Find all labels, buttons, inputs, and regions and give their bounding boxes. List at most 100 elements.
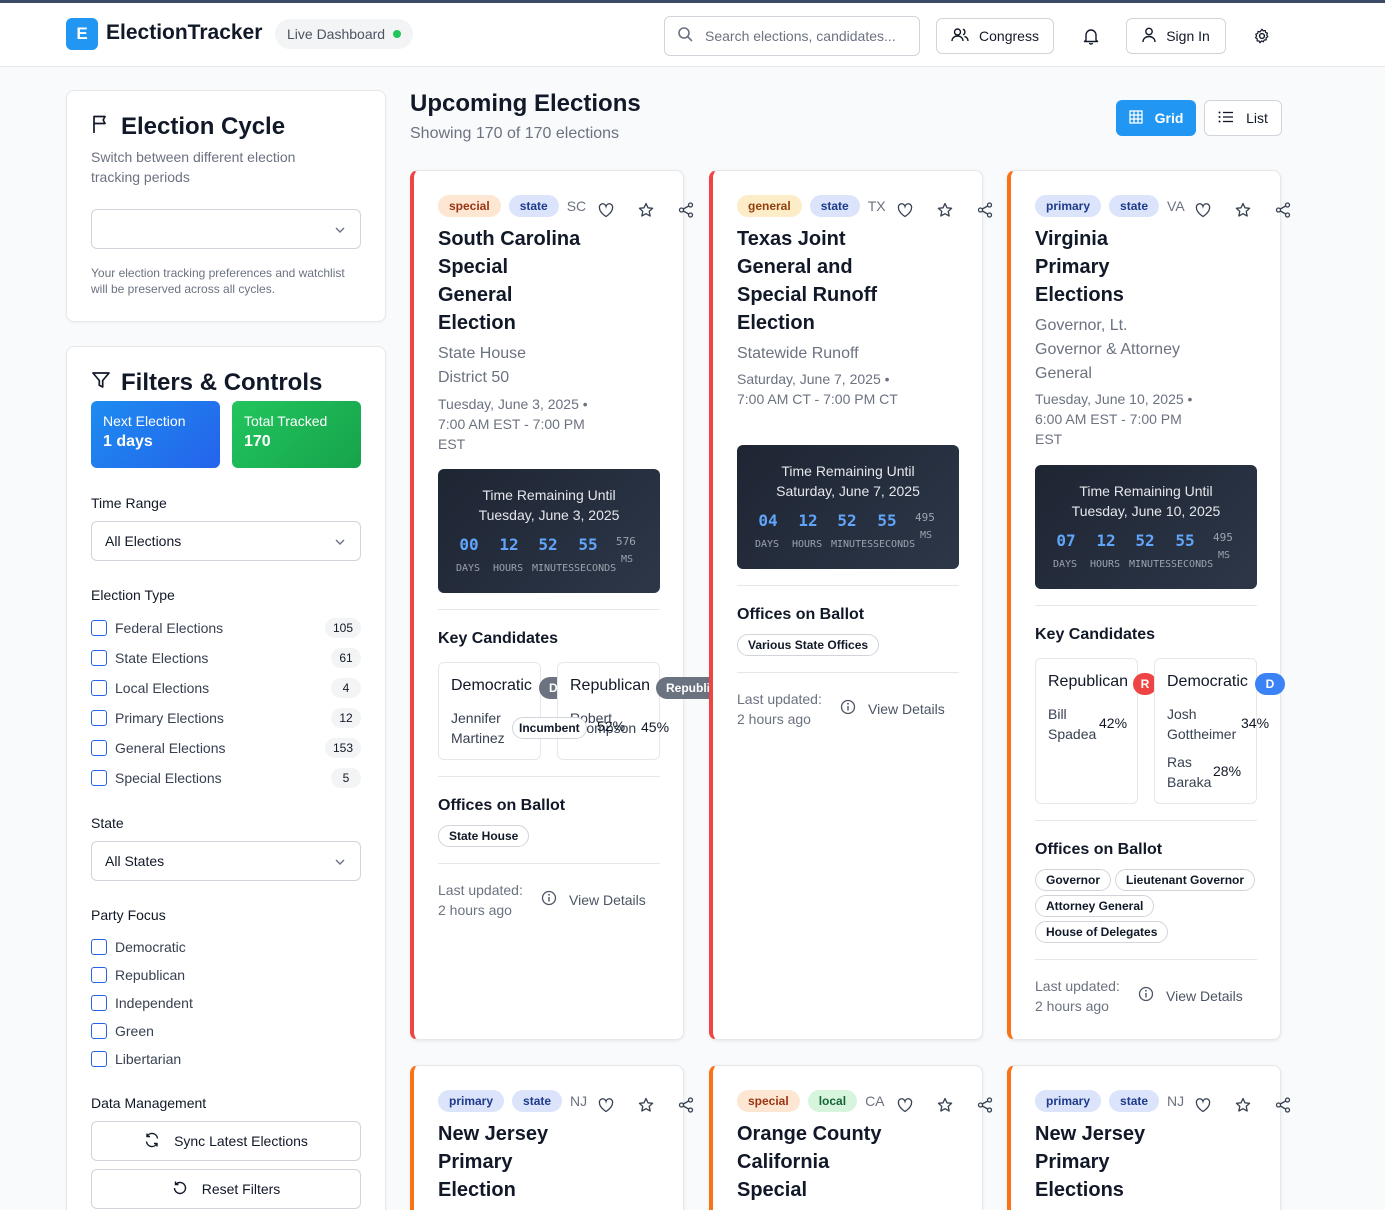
party-libertarian[interactable]: Libertarian [91,1048,361,1070]
party-independent[interactable]: Independent [91,992,361,1014]
party-green[interactable]: Green [91,1020,361,1042]
election-title[interactable]: Texas Joint General and Special Runoff E… [737,225,907,337]
logo-icon[interactable]: E [66,18,98,50]
election-level-badge: local [807,1090,858,1112]
results-count: Showing 170 of 170 elections [410,125,620,142]
election-type-label-text: Local Elections [115,680,210,696]
candidate-card[interactable]: Republican Republi Robert Thompson 45% [557,662,720,760]
star-icon[interactable] [637,201,655,219]
sign-in-button[interactable]: Sign In [1126,18,1226,54]
sync-latest-elections-button[interactable]: Sync Latest Elections [91,1121,361,1161]
list-view-button[interactable]: List [1204,100,1282,136]
checkbox[interactable] [91,740,107,756]
brand-name[interactable]: ElectionTracker [106,21,262,45]
election-type-general[interactable]: General Elections 153 [91,737,361,759]
view-details-button[interactable]: View Details [541,890,646,909]
heart-icon[interactable] [1194,201,1212,219]
checkbox[interactable] [91,1023,107,1039]
share-icon[interactable] [677,201,695,219]
star-icon[interactable] [1234,201,1252,219]
checkbox[interactable] [91,710,107,726]
search-input[interactable] [705,28,910,44]
election-type-local[interactable]: Local Elections 4 [91,677,361,699]
election-type-state[interactable]: State Elections 61 [91,647,361,669]
election-cycle-panel: Election Cycle Switch between different … [66,90,386,322]
election-cycle-select[interactable] [91,209,361,249]
checkbox[interactable] [91,770,107,786]
sync-label: Sync Latest Elections [174,1133,308,1149]
election-card[interactable]: primary state NJ New Jersey Primary Elec… [410,1065,694,1210]
countdown-timer: Time Remaining Until Tuesday, June 10, 2… [1035,465,1257,589]
share-icon[interactable] [1274,201,1292,219]
heart-icon[interactable] [597,201,615,219]
election-cycle-heading: Election Cycle [91,113,285,141]
countdown-hours: 12 [798,511,818,530]
live-status-dot-icon [393,30,402,38]
election-card[interactable]: special state SC South Carolina Special … [410,170,720,1040]
candidate-last-name: Gottheimer [1167,726,1237,742]
share-icon[interactable] [677,1096,695,1114]
candidate-card[interactable]: Democratic Dem Jennifer Martinez [438,662,586,760]
checkbox[interactable] [91,680,107,696]
checkbox[interactable] [91,967,107,983]
view-details-button[interactable]: View Details [1138,986,1243,1005]
election-title[interactable]: New Jersey Primary Elections [1035,1120,1165,1204]
bell-icon[interactable] [1080,25,1102,47]
heart-icon[interactable] [1194,1096,1212,1114]
election-title[interactable]: Virginia Primary Elections [1035,225,1155,309]
congress-button[interactable]: Congress [936,18,1054,54]
star-icon[interactable] [936,1096,954,1114]
election-card[interactable]: primary state NJ New Jersey Primary Elec… [1007,1065,1291,1210]
heart-icon[interactable] [597,1096,615,1114]
party-democratic[interactable]: Democratic [91,936,361,958]
candidate-party: Republican [570,677,651,694]
candidate-percentage: 45% [641,719,670,735]
grid-view-button[interactable]: Grid [1116,100,1196,136]
checkbox[interactable] [91,620,107,636]
state-select[interactable]: All States [91,841,361,881]
offices-list: State House [438,825,668,847]
election-type-special[interactable]: Special Elections 5 [91,767,361,789]
share-icon[interactable] [976,1096,994,1114]
election-title[interactable]: South Carolina Special General Election [438,225,588,337]
reset-filters-button[interactable]: Reset Filters [91,1169,361,1209]
countdown-hours: 12 [1096,531,1116,550]
election-type-federal[interactable]: Federal Elections 105 [91,617,361,639]
election-type-badge: special [737,1090,800,1112]
star-icon[interactable] [637,1096,655,1114]
office-chip: Various State Offices [737,634,880,656]
card-badges: primary state NJ [438,1090,587,1112]
candidate-card[interactable]: Democratic D Josh Gottheimer 34% Ras Bar… [1154,658,1285,804]
heart-icon[interactable] [896,1096,914,1114]
election-card[interactable]: primary state VA Virginia Primary Electi… [1007,170,1291,1040]
election-title[interactable]: New Jersey Primary Election [438,1120,568,1204]
gear-icon[interactable] [1251,25,1273,47]
checkbox[interactable] [91,939,107,955]
election-cycle-note: Your election tracking preferences and w… [91,266,345,296]
election-title[interactable]: Orange County California Special [737,1120,897,1204]
election-card[interactable]: special local CA Orange County Californi… [709,1065,993,1210]
time-range-select[interactable]: All Elections [91,521,361,561]
checkbox[interactable] [91,995,107,1011]
countdown-title: Time Remaining Until Tuesday, June 10, 2… [1071,483,1221,519]
view-details-button[interactable]: View Details [840,699,945,718]
heart-icon[interactable] [896,201,914,219]
share-icon[interactable] [1274,1096,1292,1114]
state-code: CA [865,1093,885,1109]
checkbox[interactable] [91,650,107,666]
election-type-count: 5 [331,768,361,788]
star-icon[interactable] [1234,1096,1252,1114]
candidate-card[interactable]: Republican R Bill Spadea 42% [1035,658,1157,804]
election-type-primary[interactable]: Primary Elections 12 [91,707,361,729]
election-type-count: 12 [331,708,361,728]
checkbox[interactable] [91,1051,107,1067]
next-election-label: Next Election [103,413,186,429]
divider [1035,959,1257,960]
card-badges: special state SC [438,195,586,217]
search-box[interactable] [664,16,920,56]
party-republican[interactable]: Republican [91,964,361,986]
election-type-label-text: State Elections [115,650,209,666]
share-icon[interactable] [976,201,994,219]
election-card[interactable]: general state TX Texas Joint General and… [709,170,993,1040]
star-icon[interactable] [936,201,954,219]
